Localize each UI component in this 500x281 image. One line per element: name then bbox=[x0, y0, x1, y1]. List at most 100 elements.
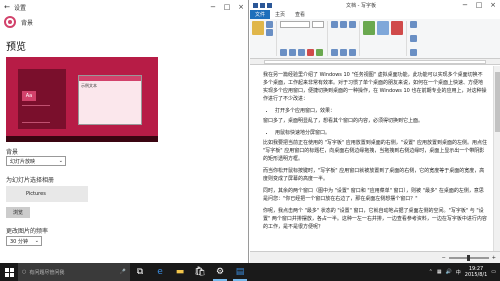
wordpad-window: 文档 - 写字板 − □ × 文件 主页 查看 我在另一篇经验里介绍了 Wind… bbox=[250, 0, 500, 263]
cut-icon[interactable] bbox=[266, 21, 273, 28]
background-label: 背景 bbox=[6, 149, 19, 156]
wordpad-window-title: 文档 - 写字板 bbox=[346, 2, 376, 9]
interval-label: 更改图片的频率 bbox=[6, 228, 49, 235]
album-pictures-tile[interactable]: Pictures bbox=[6, 186, 88, 202]
font-family-select[interactable] bbox=[280, 21, 310, 28]
file-explorer-icon[interactable]: ▬ bbox=[170, 263, 190, 281]
save-icon[interactable] bbox=[253, 2, 258, 8]
redo-icon[interactable] bbox=[267, 2, 272, 8]
doc-paragraph: 同时，其余的两个窗口（图中为 "设置" 窗口和 "应用菜单" 窗口），则被 "最… bbox=[263, 188, 484, 202]
paint-drawing-icon[interactable] bbox=[377, 21, 389, 35]
picture-icon[interactable] bbox=[363, 21, 375, 35]
preview-menu-lines bbox=[22, 105, 50, 123]
page-title: 预览 bbox=[6, 42, 26, 53]
back-arrow-icon[interactable]: ← bbox=[0, 0, 14, 14]
align-right-icon[interactable] bbox=[349, 49, 356, 56]
system-tray: ⌃ ▦ 🔊 中 19:27 2015/8/1 ▭ bbox=[429, 266, 500, 278]
ribbon-group-clipboard bbox=[252, 21, 277, 56]
interval-dropdown[interactable]: 30 分钟 ⌄ bbox=[6, 236, 42, 246]
paste-icon[interactable] bbox=[252, 21, 264, 35]
bold-icon[interactable] bbox=[280, 49, 287, 56]
search-placeholder: 有问题尽管问我 bbox=[29, 269, 65, 276]
maximize-icon[interactable]: □ bbox=[472, 0, 486, 11]
indent-icon[interactable] bbox=[331, 21, 338, 28]
ribbon-group-paragraph bbox=[331, 21, 360, 56]
close-icon[interactable]: × bbox=[486, 0, 500, 11]
select-all-icon[interactable] bbox=[410, 49, 417, 56]
zoom-in-icon[interactable]: + bbox=[492, 255, 496, 261]
highlight-icon[interactable] bbox=[316, 49, 323, 56]
album-label: 为幻灯片选择相册 bbox=[6, 177, 55, 184]
find-icon[interactable] bbox=[410, 21, 417, 28]
preview-aa-tile: Aa bbox=[22, 91, 36, 101]
wordpad-caption-buttons: − □ × bbox=[458, 0, 500, 11]
tab-home[interactable]: 主页 bbox=[270, 11, 290, 18]
background-dropdown[interactable]: 幻灯片放映 ⌄ bbox=[6, 156, 66, 166]
zoom-out-icon[interactable]: − bbox=[442, 255, 446, 261]
cortana-search-box[interactable]: ○ 有问题尽管问我 🎤 bbox=[18, 263, 130, 281]
ime-indicator[interactable]: 中 bbox=[456, 269, 461, 276]
font-color-icon[interactable] bbox=[307, 49, 314, 56]
store-icon[interactable]: 🛍 bbox=[190, 263, 210, 281]
preview-start-menu: Aa bbox=[18, 69, 66, 129]
start-button[interactable] bbox=[0, 263, 18, 281]
wordpad-taskbar-icon[interactable]: ▤ bbox=[230, 263, 250, 281]
quick-access-toolbar bbox=[250, 2, 272, 8]
minimize-icon[interactable]: − bbox=[206, 0, 220, 13]
replace-icon[interactable] bbox=[410, 35, 417, 42]
settings-taskbar-icon[interactable]: ⚙ bbox=[210, 263, 230, 281]
network-icon[interactable]: ▦ bbox=[437, 269, 442, 275]
date-time-icon[interactable] bbox=[391, 21, 403, 35]
settings-titlebar[interactable]: ← 设置 − □ × bbox=[0, 0, 248, 14]
tab-view[interactable]: 查看 bbox=[290, 11, 310, 18]
microphone-icon[interactable]: 🎤 bbox=[120, 269, 126, 275]
vertical-scrollbar[interactable] bbox=[493, 66, 500, 251]
italic-icon[interactable] bbox=[289, 49, 296, 56]
settings-header-label: 背景 bbox=[21, 19, 34, 27]
align-left-icon[interactable] bbox=[331, 49, 338, 56]
ribbon bbox=[250, 19, 500, 59]
notification-icon[interactable]: ▭ bbox=[491, 269, 496, 275]
underline-icon[interactable] bbox=[298, 49, 305, 56]
doc-paragraph: 而当你松开鼠标按键时，"写字板" 应用窗口就被放置到了桌面的右侧，它的宽度等于桌… bbox=[263, 168, 485, 182]
browse-button[interactable]: 浏览 bbox=[6, 207, 30, 218]
list-icon[interactable] bbox=[349, 21, 356, 28]
close-icon[interactable]: × bbox=[234, 0, 248, 13]
preview-window-text: 示例文本 bbox=[81, 83, 97, 88]
search-icon: ○ bbox=[22, 269, 27, 275]
wordpad-titlebar[interactable]: 文档 - 写字板 − □ × bbox=[250, 0, 500, 10]
doc-bullet: 打开多个应用窗口，效果： bbox=[275, 107, 487, 115]
font-size-select[interactable] bbox=[312, 21, 324, 28]
minimize-icon[interactable]: − bbox=[458, 0, 472, 11]
doc-paragraph: 窗口多了，桌面明显乱了，想看其个窗口的内容，必须得切换到它上面。 bbox=[263, 118, 424, 124]
preview-window: 示例文本 bbox=[78, 75, 142, 125]
volume-icon[interactable]: 🔊 bbox=[446, 269, 452, 275]
outdent-icon[interactable] bbox=[340, 21, 347, 28]
doc-paragraph: 我在另一篇经验里介绍了 Windows 10 "任务视图" 虚拟桌面功能，此功能… bbox=[263, 72, 487, 102]
clock[interactable]: 19:27 2015/8/1 bbox=[465, 266, 487, 278]
ribbon-group-editing bbox=[410, 21, 420, 56]
chevron-down-icon: ⌄ bbox=[34, 238, 39, 244]
background-dropdown-value: 幻灯片放映 bbox=[10, 158, 36, 165]
settings-window: ← 设置 − □ × 背景 预览 Aa 示例文本 背景 幻灯片放映 ⌄ 为幻灯片… bbox=[0, 0, 249, 263]
document-body[interactable]: 我在另一篇经验里介绍了 Windows 10 "任务视图" 虚拟桌面功能，此功能… bbox=[250, 66, 493, 251]
ribbon-tabs: 文件 主页 查看 bbox=[250, 10, 500, 19]
copy-icon[interactable] bbox=[266, 29, 273, 36]
chevron-up-icon[interactable]: ⌃ bbox=[429, 269, 433, 275]
ruler[interactable] bbox=[250, 59, 500, 65]
undo-icon[interactable] bbox=[260, 2, 265, 8]
doc-paragraph: 你呢，我点击两个 "最多" 状态的 "设置" 窗口，它就自动地占据了桌面左侧的空… bbox=[263, 208, 487, 230]
align-center-icon[interactable] bbox=[340, 49, 347, 56]
preview-taskbar bbox=[6, 136, 158, 142]
maximize-icon[interactable]: □ bbox=[220, 0, 234, 13]
status-bar: − + bbox=[250, 251, 500, 263]
zoom-slider[interactable] bbox=[448, 254, 489, 261]
tab-file[interactable]: 文件 bbox=[250, 10, 271, 19]
interval-dropdown-value: 30 分钟 bbox=[10, 238, 28, 245]
edge-browser-icon[interactable]: e bbox=[150, 263, 170, 281]
task-view-icon[interactable]: ⧉ bbox=[130, 263, 150, 281]
settings-window-title: 设置 bbox=[14, 4, 27, 12]
album-pictures-value: Pictures bbox=[26, 191, 46, 197]
clock-date: 2015/8/1 bbox=[464, 272, 488, 278]
gear-icon bbox=[4, 16, 16, 28]
